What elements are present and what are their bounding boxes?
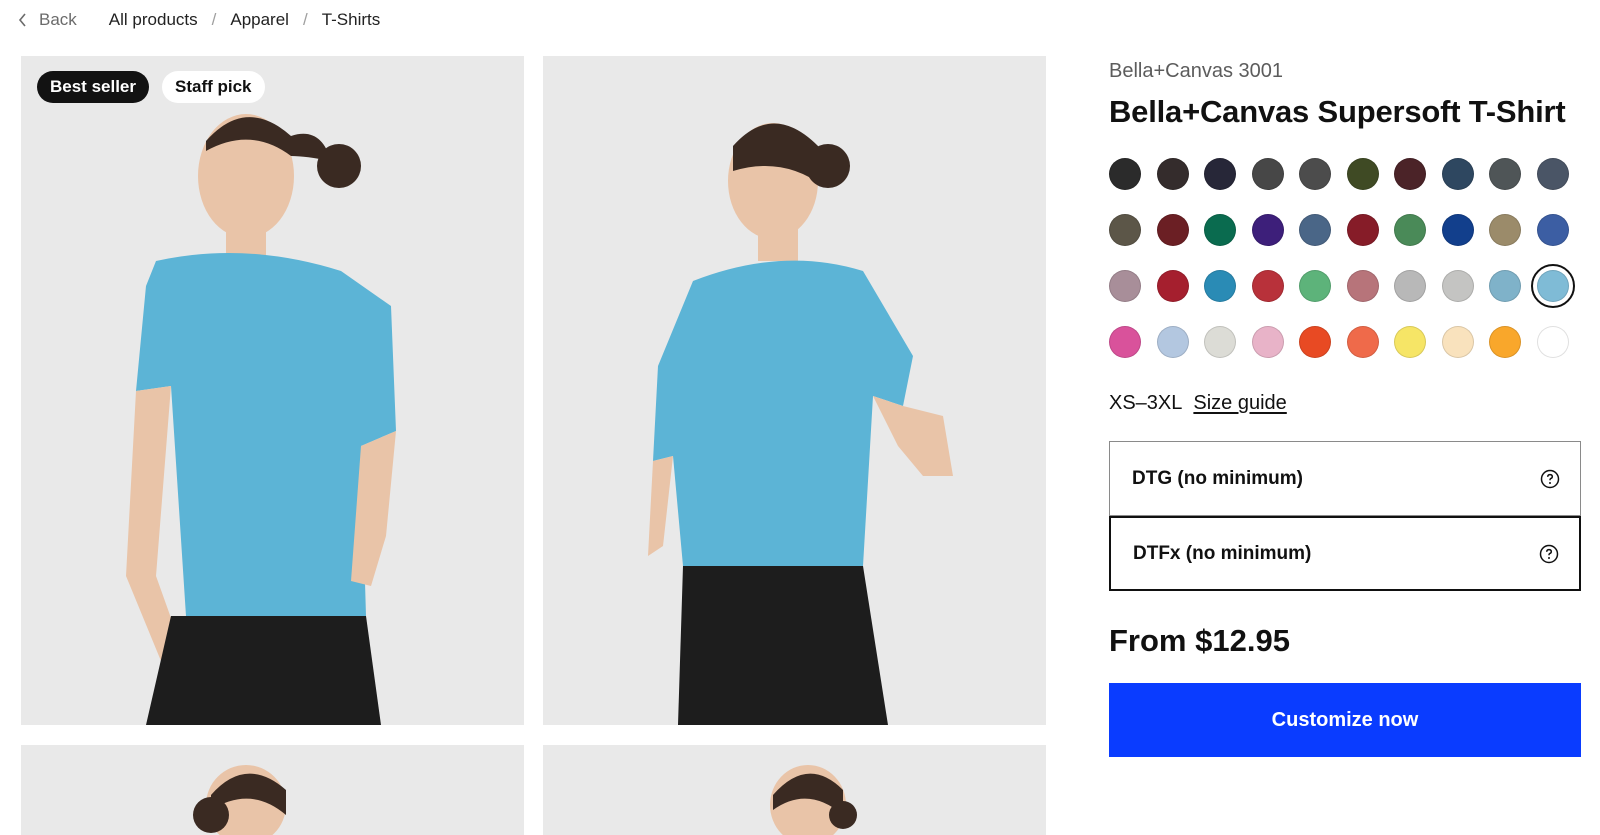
color-swatch[interactable] <box>1394 270 1426 302</box>
help-icon[interactable] <box>1539 544 1559 564</box>
print-option-dtfx[interactable]: DTFx (no minimum) <box>1109 516 1581 591</box>
color-swatch[interactable] <box>1394 326 1426 358</box>
color-swatch[interactable] <box>1346 326 1379 358</box>
color-swatch[interactable] <box>1251 326 1284 358</box>
breadcrumb-separator: / <box>302 10 308 29</box>
product-price: From $12.95 <box>1109 623 1290 658</box>
color-swatch[interactable] <box>1536 326 1569 358</box>
color-swatch[interactable] <box>1536 158 1569 190</box>
color-swatch[interactable] <box>1204 214 1236 246</box>
breadcrumb-separator: / <box>211 10 217 29</box>
breadcrumb-t-shirts[interactable]: T-Shirts <box>322 10 381 30</box>
color-swatch[interactable] <box>1204 270 1236 302</box>
chevron-left-icon <box>18 13 26 27</box>
help-icon[interactable] <box>1540 469 1560 489</box>
size-row: XS–3XL Size guide <box>1109 392 1581 415</box>
color-swatch[interactable] <box>1156 214 1189 246</box>
print-options: DTG (no minimum) DTFx (no minimum) <box>1109 441 1581 591</box>
color-swatch[interactable] <box>1251 270 1284 302</box>
color-swatch[interactable] <box>1536 214 1569 246</box>
best-seller-badge: Best seller <box>37 71 149 103</box>
color-swatch[interactable] <box>1489 214 1521 246</box>
color-swatch[interactable] <box>1251 214 1284 246</box>
color-swatch[interactable] <box>1394 158 1426 190</box>
color-swatch[interactable] <box>1299 270 1331 302</box>
size-range: XS–3XL <box>1109 392 1183 414</box>
back-link[interactable]: Back <box>18 10 77 30</box>
color-swatch[interactable] <box>1299 326 1331 358</box>
color-swatch[interactable] <box>1109 270 1141 302</box>
size-guide-link[interactable]: Size guide <box>1193 392 1286 415</box>
back-label: Back <box>39 10 77 29</box>
color-swatch[interactable] <box>1299 158 1331 190</box>
badges: Best seller Staff pick <box>37 71 265 103</box>
color-swatch[interactable] <box>1530 264 1575 308</box>
color-swatch[interactable] <box>1441 270 1474 302</box>
color-swatch[interactable] <box>1441 326 1474 358</box>
product-image-side[interactable] <box>21 745 524 835</box>
product-image-detail[interactable] <box>543 745 1046 835</box>
color-swatch[interactable] <box>1204 326 1236 358</box>
color-swatch[interactable] <box>1204 158 1236 190</box>
color-swatch[interactable] <box>1489 270 1521 302</box>
color-swatch[interactable] <box>1156 326 1189 358</box>
color-swatch[interactable] <box>1156 158 1189 190</box>
breadcrumb: Back All products / Apparel / T-Shirts <box>18 8 380 32</box>
color-swatch[interactable] <box>1346 158 1379 190</box>
color-swatch[interactable] <box>1394 214 1426 246</box>
color-swatch[interactable] <box>1156 270 1189 302</box>
print-option-dtg[interactable]: DTG (no minimum) <box>1109 441 1581 516</box>
color-swatch[interactable] <box>1109 214 1141 246</box>
color-swatch[interactable] <box>1441 214 1474 246</box>
product-image-front[interactable] <box>21 56 524 725</box>
color-swatch[interactable] <box>1109 158 1141 190</box>
breadcrumb-all-products[interactable]: All products <box>109 10 198 30</box>
color-swatch[interactable] <box>1346 270 1379 302</box>
color-swatch[interactable] <box>1489 326 1521 358</box>
product-title: Bella+Canvas Supersoft T-Shirt <box>1109 94 1566 129</box>
staff-pick-badge: Staff pick <box>162 71 265 103</box>
color-swatch[interactable] <box>1251 158 1284 190</box>
print-option-label: DTG (no minimum) <box>1132 467 1303 489</box>
color-swatch[interactable] <box>1441 158 1474 190</box>
product-brand: Bella+Canvas 3001 <box>1109 60 1284 82</box>
color-swatch[interactable] <box>1299 214 1331 246</box>
color-swatch[interactable] <box>1109 326 1141 358</box>
color-swatch[interactable] <box>1489 158 1521 190</box>
color-swatches <box>1109 158 1581 358</box>
color-swatch[interactable] <box>1346 214 1379 246</box>
product-panel: Bella+Canvas 3001 Bella+Canvas Supersoft… <box>1109 58 1581 757</box>
customize-now-button[interactable]: Customize now <box>1109 683 1581 757</box>
print-option-label: DTFx (no minimum) <box>1133 542 1312 564</box>
product-image-back[interactable] <box>543 56 1046 725</box>
breadcrumb-apparel[interactable]: Apparel <box>230 10 289 30</box>
